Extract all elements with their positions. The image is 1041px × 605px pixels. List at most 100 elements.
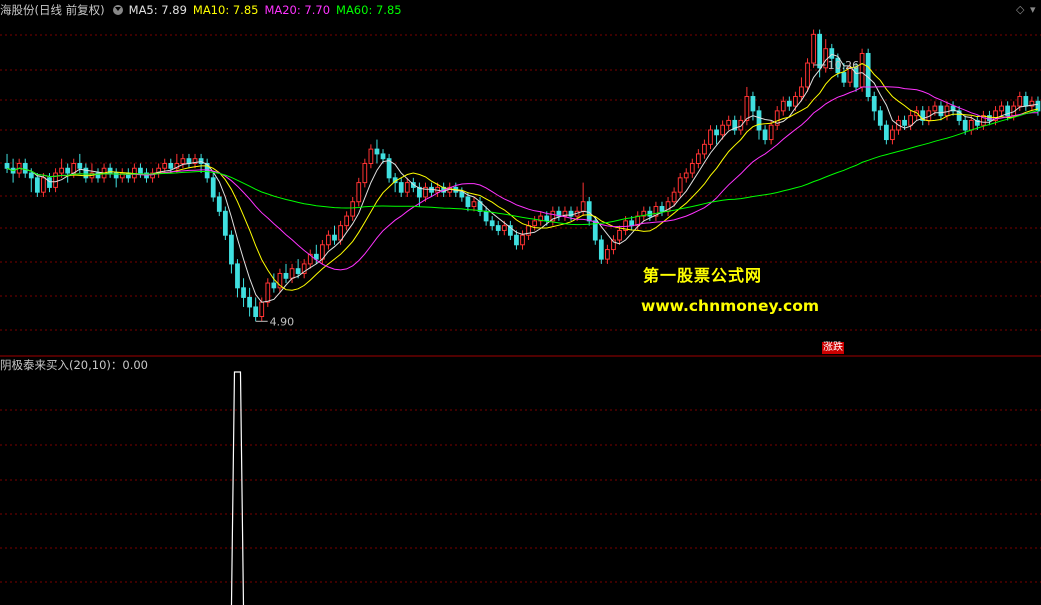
candle-body (726, 119, 732, 126)
watermark-url: www.chnmoney.com (641, 297, 820, 315)
candle-body (629, 220, 635, 227)
candle-body (859, 52, 865, 88)
candle-body (65, 167, 71, 174)
candle-body (865, 52, 871, 98)
candle-body (756, 110, 762, 131)
candle-body (374, 148, 380, 155)
ma10-readout: MA10: 7.85 (192, 3, 259, 17)
candle-body (702, 143, 707, 155)
candle-body (708, 129, 713, 145)
candle-body (768, 124, 774, 141)
candle-body (720, 124, 726, 136)
candle-body (586, 201, 592, 222)
candle-body (283, 272, 289, 279)
candle-body (41, 177, 46, 193)
candle-body (817, 33, 823, 69)
candle-body (514, 234, 519, 246)
candle-body (235, 263, 240, 289)
candle-body (829, 48, 835, 59)
candle-body (811, 33, 816, 64)
candle-body (380, 153, 386, 160)
main-chart-header: 海股份(日线 前复权) MA5: 7.89 MA10: 7.85 MA20: 7.70… (0, 2, 408, 18)
ma60-readout: MA60: 7.85 (336, 3, 402, 17)
candle-body (271, 282, 277, 289)
candle-body (253, 306, 259, 318)
candle-body (689, 162, 695, 174)
candle-body (805, 62, 810, 88)
candle-body (295, 268, 301, 274)
candle-body (4, 162, 10, 169)
candle-body (398, 182, 404, 193)
grid-lines (0, 34, 1041, 583)
candle-body (695, 153, 701, 164)
candle-body (750, 96, 756, 112)
candle-body (59, 167, 64, 174)
candle-body (677, 177, 683, 193)
candle-body (338, 225, 343, 241)
candle-body (247, 296, 252, 308)
candle-body (877, 110, 883, 126)
price-change-badge[interactable]: 涨跌 (822, 342, 844, 354)
candle-body (841, 72, 847, 83)
candle-body (780, 100, 786, 112)
candle-body (483, 210, 489, 222)
candle-body (289, 268, 295, 279)
candle-body (544, 215, 550, 222)
ma-toggle-icon[interactable] (112, 5, 123, 15)
candle-body (799, 86, 804, 98)
candle-body (180, 158, 186, 164)
candle-body (332, 234, 337, 241)
candle-body (222, 210, 228, 236)
price-marker-label: 10.26 (828, 59, 860, 72)
watermark-title: 第一股票公式网 (643, 266, 763, 285)
ma20-readout: MA20: 7.70 (264, 3, 331, 17)
candle-body (1017, 96, 1023, 107)
candle-body (962, 119, 968, 131)
candle-body (265, 282, 271, 303)
candle-body (520, 234, 525, 246)
candle-body (471, 201, 477, 208)
ma5-readout: MA5: 7.89 (128, 3, 187, 17)
candle-body (465, 196, 471, 208)
candle-body (902, 119, 907, 126)
candle-body (241, 287, 246, 298)
candle-body (368, 148, 374, 164)
signal-spike (230, 371, 245, 605)
dropdown-icon[interactable]: ▾ (1030, 3, 1036, 16)
candle-body (908, 115, 913, 126)
candle-body (495, 225, 501, 231)
candle-body (356, 182, 362, 203)
kline-app: 10.26 4.90 海股份(日线 前复权) MA5: 7.89 MA10: 7.85… (0, 0, 1041, 605)
candle-body (883, 124, 889, 141)
candle-body (28, 172, 34, 179)
candle-body (47, 177, 52, 188)
candle-body (890, 129, 895, 141)
candle-body (22, 162, 28, 174)
candle-body (489, 220, 495, 227)
candle-body (198, 158, 204, 164)
candle-body (605, 249, 610, 260)
candle-body (162, 162, 168, 169)
candles (4, 29, 1041, 322)
candle-body (259, 301, 265, 318)
candle-body (186, 158, 192, 164)
candle-body (714, 129, 719, 136)
candle-body (762, 129, 768, 141)
candle-body (999, 105, 1004, 112)
ma5-line (6, 53, 1039, 303)
indicator-header[interactable]: 阴极泰来买入(20,10)：0.00 (0, 358, 148, 372)
candle-body (501, 225, 507, 231)
candle-body (350, 201, 356, 217)
candle-body (216, 196, 222, 212)
price-marker-label: 4.90 (270, 315, 295, 328)
candle-body (168, 162, 174, 169)
chart-svg: 10.26 4.90 (0, 29, 1041, 605)
candle-body (671, 191, 677, 203)
stock-title[interactable]: 海股份(日线 前复权) (0, 3, 105, 17)
candle-body (987, 115, 992, 121)
candle-body (580, 201, 586, 212)
candle-body (968, 119, 974, 131)
diamond-icon[interactable]: ◇ (1016, 3, 1024, 16)
candle-body (53, 172, 58, 188)
candle-body (744, 96, 750, 121)
